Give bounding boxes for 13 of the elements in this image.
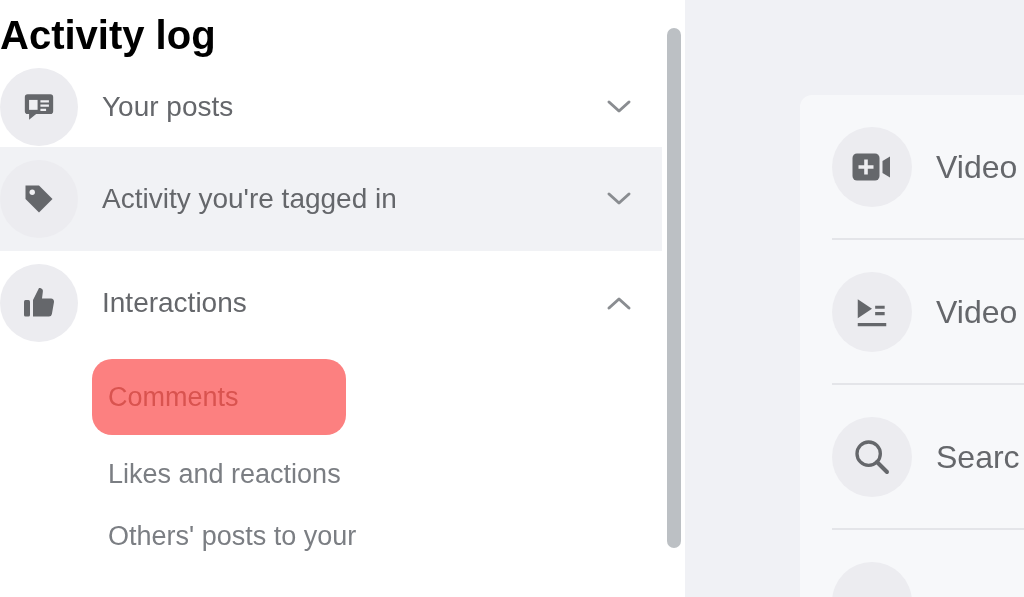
subsection-link[interactable]: Likes and reactions [92,443,357,505]
section-row[interactable]: Activity you're tagged in [0,147,662,251]
chevron-up-icon[interactable] [606,295,632,311]
menu-item-label[interactable]: Video [936,287,1018,336]
menu-item-label[interactable]: Searc [936,432,1020,481]
section-label: Your posts [102,90,235,124]
section-label: Interactions [102,286,248,320]
scrollbar[interactable] [666,28,681,548]
section-label: Activity you're tagged in [102,182,398,216]
chevron-down-icon[interactable] [606,191,632,207]
chevron-down-icon[interactable] [606,99,632,115]
subsection-link[interactable]: Others' posts to your [92,505,373,567]
menu-item-label[interactable]: Video [936,142,1018,191]
